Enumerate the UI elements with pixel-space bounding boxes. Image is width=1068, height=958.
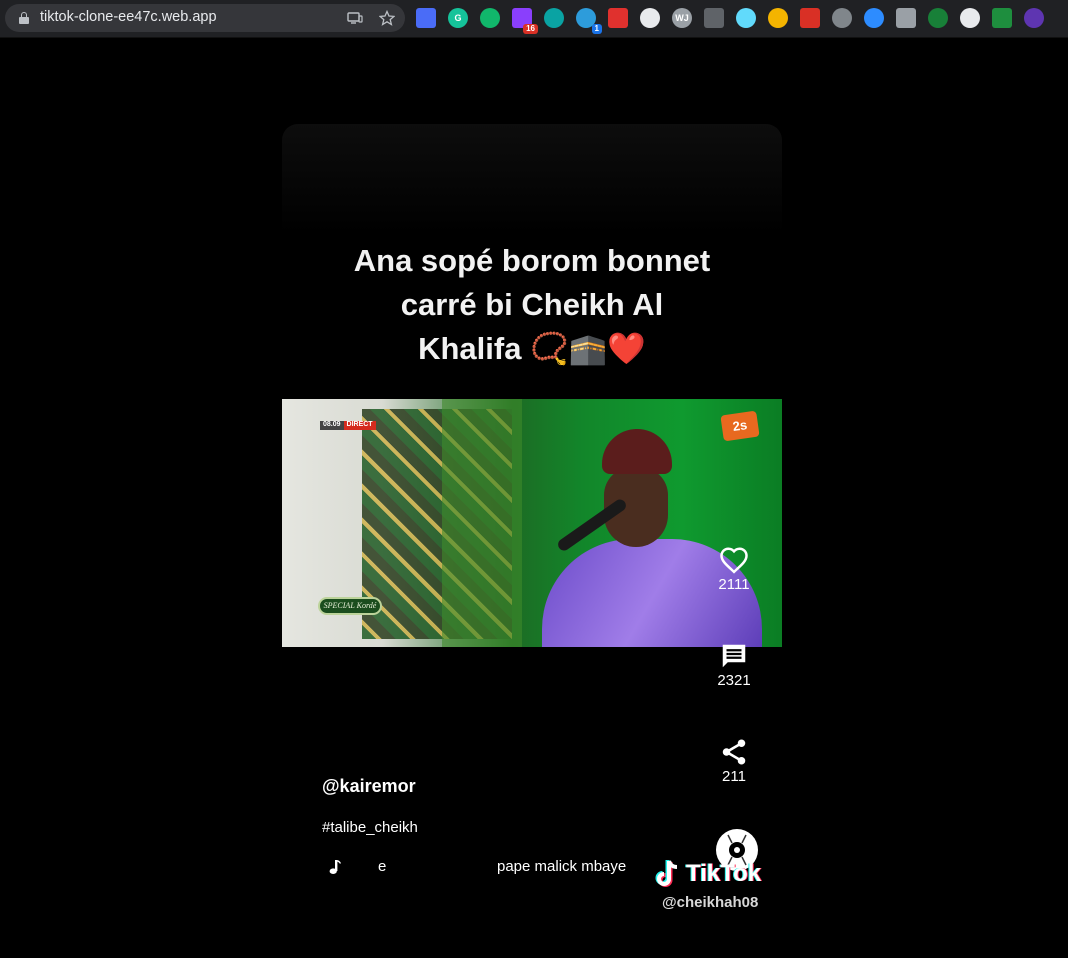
ext-6-badge: 1	[591, 24, 602, 34]
post-username[interactable]: @kairemor	[322, 776, 416, 797]
ext-9-icon[interactable]: WJ	[672, 8, 692, 28]
music-note-icon	[328, 859, 342, 875]
ext-1-icon[interactable]	[416, 8, 436, 28]
ext-19-icon[interactable]	[992, 8, 1012, 28]
music-ticker[interactable]: e pape malick mbaye	[322, 857, 642, 877]
comment-icon[interactable]	[702, 640, 766, 672]
ext-15-icon[interactable]	[864, 8, 884, 28]
ext-17-icon[interactable]	[928, 8, 948, 28]
cast-icon[interactable]	[347, 10, 363, 26]
broadcast-direct: DIRECT	[343, 421, 376, 430]
share-action[interactable]: 211	[702, 736, 766, 785]
ext-10-icon[interactable]	[704, 8, 724, 28]
heart-icon[interactable]	[702, 544, 766, 576]
tiktok-watermark: TikTok	[654, 857, 761, 891]
ext-5-icon[interactable]	[544, 8, 564, 28]
music-title-fragment: e	[378, 858, 387, 875]
ext-18-icon[interactable]	[960, 8, 980, 28]
caption-line-3: Khalifa 📿🕋❤️	[418, 331, 646, 366]
like-count: 2111	[718, 576, 750, 593]
watermark-handle: @cheikhah08	[662, 894, 759, 911]
ext-6-icon[interactable]: 1	[576, 8, 602, 34]
ext-2-glyph: G	[454, 13, 462, 23]
music-title: pape malick mbaye	[497, 858, 627, 875]
ext-2-icon[interactable]: G	[448, 8, 468, 28]
caption-line-2: carré bi Cheikh Al	[400, 287, 664, 322]
broadcast-live-tag: 08.09 DIRECT	[320, 421, 376, 430]
ext-7-icon[interactable]	[608, 8, 628, 28]
post-hashtag[interactable]: #talibe_cheikh	[322, 819, 418, 836]
extensions-bar: G 16 1 WJ	[416, 8, 1044, 34]
ext-16-icon[interactable]	[896, 8, 916, 28]
singer-figure	[542, 429, 762, 647]
ext-8-icon[interactable]	[640, 8, 660, 28]
channel-logo: 2s	[720, 410, 760, 442]
ext-13-icon[interactable]	[800, 8, 820, 28]
ext-9-glyph: WJ	[675, 13, 689, 23]
bookmark-star-icon[interactable]	[378, 9, 396, 26]
caption-line-1: Ana sopé borom bonnet	[353, 243, 711, 278]
comment-count: 2321	[717, 672, 751, 689]
tiktok-logo-icon	[654, 858, 684, 890]
lock-icon[interactable]	[19, 12, 29, 24]
url-text[interactable]: tiktok-clone-ee47c.web.app	[40, 9, 217, 25]
browser-toolbar: tiktok-clone-ee47c.web.app G 16 1 WJ	[0, 0, 1068, 38]
broadcast-time: 08.09	[320, 421, 344, 430]
ext-4-badge: 16	[523, 24, 538, 34]
address-bar[interactable]: tiktok-clone-ee47c.web.app	[5, 4, 405, 32]
ext-20-icon[interactable]	[1024, 8, 1044, 28]
ext-12-icon[interactable]	[768, 8, 788, 28]
tiktok-wordmark: TikTok	[686, 860, 762, 887]
video-frame[interactable]: 08.09 DIRECT 2s SPECIAL Kordé	[282, 399, 782, 647]
ext-14-icon[interactable]	[832, 8, 852, 28]
ext-3-icon[interactable]	[480, 8, 500, 28]
stage-backdrop-shade	[442, 399, 522, 647]
video-top-area	[282, 124, 782, 234]
video-caption-overlay: Ana sopé borom bonnet carré bi Cheikh Al…	[302, 239, 762, 371]
video-card[interactable]: Ana sopé borom bonnet carré bi Cheikh Al…	[282, 124, 782, 924]
share-count: 211	[722, 768, 746, 785]
show-badge: SPECIAL Kordé	[318, 597, 382, 615]
comment-action[interactable]: 2321	[702, 640, 766, 689]
ext-11-icon[interactable]	[736, 8, 756, 28]
like-action[interactable]: 2111	[702, 544, 766, 593]
ext-4-icon[interactable]: 16	[512, 8, 538, 34]
share-icon[interactable]	[702, 736, 766, 768]
